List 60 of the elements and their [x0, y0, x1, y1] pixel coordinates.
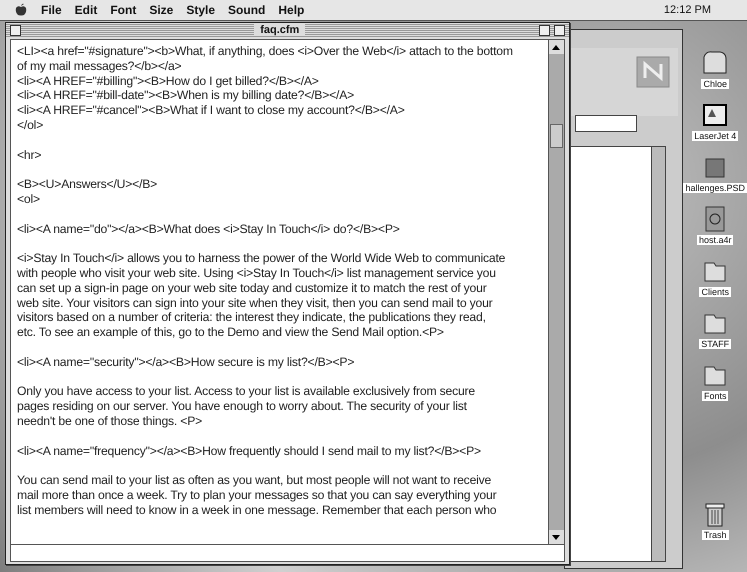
zoom-box[interactable]: [538, 24, 550, 36]
code-line: of my mail messages?</b></a>: [17, 58, 182, 74]
scroll-thumb[interactable]: [550, 124, 563, 148]
code-line: pages residing on our server. You have enough to worry about. The security of your list: [17, 399, 468, 414]
menu-item[interactable]: Font: [110, 3, 136, 17]
menu-item[interactable]: Style: [186, 3, 216, 17]
up-arrow-icon[interactable]: [552, 44, 560, 50]
code-line: <ol>: [17, 192, 41, 207]
scroll-bar[interactable]: [548, 40, 564, 544]
desktop-icon[interactable]: hallenges.PSD: [683, 153, 747, 193]
menu-item[interactable]: Sound: [228, 3, 266, 17]
icon-label: Fonts: [702, 391, 728, 401]
icon-label: Clients: [699, 287, 731, 297]
code-line: needn't be one of those things. <P>: [17, 414, 204, 429]
code-line: web site. Your visitors can sign into your site when they visit, then you can send mail to your: [17, 296, 494, 310]
code-line: can set up a sign-in page on your web site today and customize it to match the rest of your: [17, 280, 488, 296]
code-line: <li><A HREF="#bill-date"><B>When is my billing date?</B></A>: [17, 88, 356, 104]
code-line: <hr>: [17, 148, 42, 162]
code-line: etc. To see an example of this, go to the Demo and view the Send Mail option.<P>: [17, 325, 445, 340]
code-line: <B><U>Answers</U></B>: [17, 177, 158, 192]
desktop-icon[interactable]: STAFF: [699, 309, 732, 349]
icon-label: hallenges.PSD: [683, 183, 747, 193]
code-line: <li><A HREF="#cancel"><B>What if I want to close my account?</B></A>: [17, 103, 406, 118]
code-line: Only you have access to your list. Access to your list is available exclusively from secure: [17, 384, 476, 400]
clock: 12:12 PM: [664, 4, 711, 16]
desktop-icon[interactable]: Trash: [700, 500, 730, 540]
desktop-icon[interactable]: Clients: [699, 257, 731, 297]
code-line: <li><A name="frequency"></a><B>How frequently should I send mail to my list?</B><P>: [17, 444, 482, 458]
icon-label: Chloe: [701, 79, 729, 89]
menu-item[interactable]: Size: [149, 3, 174, 17]
code-line: list members will need to know in a week in one message. Remember that each person who: [17, 502, 498, 518]
collapse-box[interactable]: [554, 24, 565, 36]
code-line: <li><A name="do"></a><B>What does <i>Stay In Touch</i> do?</B><P>: [17, 222, 401, 236]
code-line: mail more than once a week. Try to plan your messages so that you can say everything your: [17, 488, 498, 503]
n-logo-icon: [636, 56, 670, 88]
down-arrow-icon[interactable]: [552, 534, 560, 540]
desktop-icon[interactable]: Fonts: [700, 361, 730, 401]
menu-item[interactable]: File: [41, 3, 62, 17]
code-line: <LI><a href="#signature"><b>What, if anything, does <i>Over the Web</i> attach to the bottom: [17, 44, 514, 59]
icon-label: LaserJet 4: [692, 131, 738, 141]
code-line: <li><A name="security"></a><B>How secure is my list?</B><P>: [17, 354, 356, 370]
scroll-bar[interactable]: [651, 147, 666, 561]
apple-icon[interactable]: [14, 3, 28, 17]
menu-item[interactable]: Help: [278, 3, 304, 17]
icon-label: host.a4r: [696, 235, 734, 245]
code-line: <i>Stay In Touch</i> allows you to harness the power of the World Wide Web to communicate: [17, 251, 506, 266]
icon-label: STAFF: [699, 339, 732, 349]
code-line: <li><A HREF="#billing"><B>How do I get billed?</B></A>: [17, 74, 320, 88]
menu-item[interactable]: Edit: [74, 3, 98, 17]
close-box[interactable]: [10, 24, 21, 36]
code-line: </ol>: [17, 118, 44, 133]
window-title: faq.cfm: [254, 24, 306, 36]
desktop-icon[interactable]: host.a4r: [696, 205, 734, 245]
code-line: visitors based on a number of criteria: the interest they indicate, the publications they read,: [17, 310, 487, 326]
code-line: You can send mail to your list as often as you want, but most people will not want to receive: [17, 473, 492, 488]
icon-label: Trash: [702, 530, 729, 540]
address-field[interactable]: [574, 115, 637, 132]
desktop-icon[interactable]: Chloe: [700, 49, 730, 89]
desktop-icon[interactable]: LaserJet 4: [692, 101, 738, 141]
code-line: with people who visit your web site. Using <i>Stay In Touch</i> list management service you: [17, 266, 497, 281]
